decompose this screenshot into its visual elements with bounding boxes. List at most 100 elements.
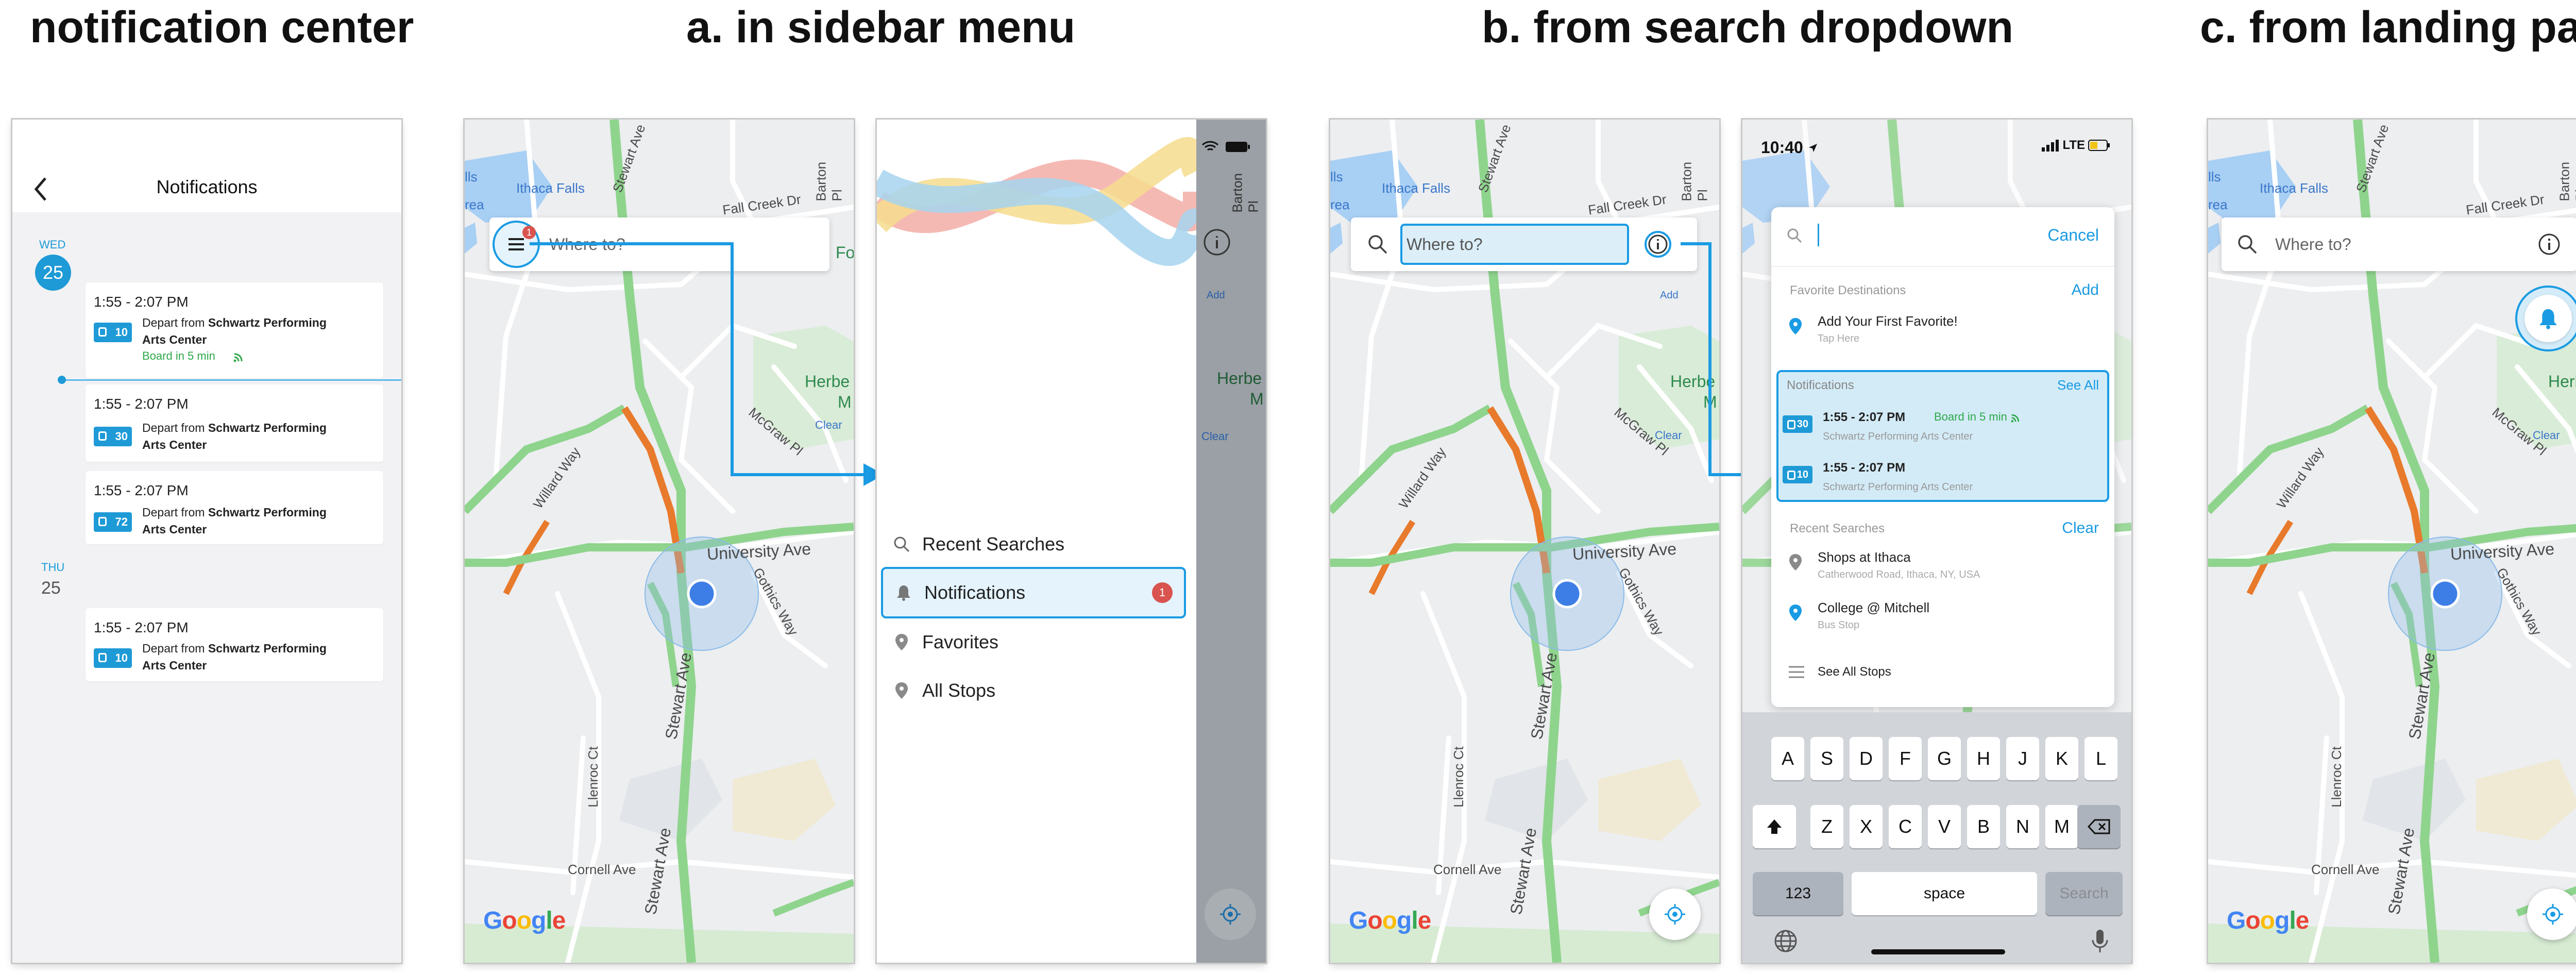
flow-arrow	[530, 242, 734, 245]
sidebar-item-label: All Stops	[922, 680, 996, 701]
see-all-stops-item[interactable]: See All Stops	[1771, 651, 2114, 696]
dimmed-map[interactable]: Barton Pl Add Herbe M Clear	[1196, 120, 1266, 963]
key[interactable]: Z	[1810, 805, 1843, 848]
card-description: Depart from Schwartz Performing Arts Cen…	[142, 642, 327, 673]
section-header-recent: Recent Searches	[1790, 522, 1885, 535]
item-title: College @ Mitchell	[1818, 600, 1930, 615]
globe-icon[interactable]	[1773, 929, 1798, 953]
key[interactable]: J	[2006, 737, 2039, 780]
map-label: Herbe	[1217, 369, 1262, 388]
backspace-key[interactable]	[2077, 805, 2121, 848]
shift-icon	[1767, 819, 1782, 834]
day-weekday-wed: WED	[39, 238, 66, 251]
bell-button-inner	[2524, 295, 2572, 342]
card-time: 1:55 - 2:07 PM	[94, 619, 189, 635]
notifications-section[interactable]: Notifications See All 30 1:55 - 2:07 PM …	[1776, 370, 2109, 502]
flow-arrow	[731, 242, 734, 476]
heading-landing-page: c. from landing page	[2200, 3, 2576, 52]
sidebar-screen: Barton Pl Add Herbe M Clear Recent Searc…	[877, 120, 1266, 963]
add-favorite-link[interactable]: Add	[2072, 281, 2099, 299]
day-weekday-thu: THU	[41, 561, 65, 574]
google-logo: Google	[1349, 907, 1431, 934]
locate-button[interactable]	[2527, 888, 2576, 940]
notification-count-badge: 1	[522, 226, 536, 239]
item-title: Shops at Ithaca	[1818, 549, 1911, 565]
numbers-key[interactable]: 123	[1753, 872, 1843, 915]
search-input[interactable]: Where to?	[1400, 224, 1629, 265]
map-label: Fo	[836, 243, 854, 262]
live-signal-icon	[233, 353, 243, 362]
key[interactable]: K	[2045, 737, 2078, 780]
key[interactable]: G	[1928, 737, 1961, 780]
sidebar-item-recent-searches[interactable]: Recent Searches	[881, 519, 1186, 569]
recent-item[interactable]: College @ Mitchell Bus Stop	[1771, 593, 2114, 642]
day-date[interactable]: 25	[41, 578, 61, 598]
bell-icon	[897, 585, 910, 601]
section-header-favorites: Favorite Destinations	[1790, 283, 1906, 297]
cancel-button[interactable]: Cancel	[2047, 226, 2099, 245]
map-label: rea	[465, 197, 484, 212]
key[interactable]: X	[1850, 805, 1883, 848]
key[interactable]: S	[1810, 737, 1843, 780]
search-bar[interactable]: Where to?	[1351, 217, 1697, 271]
key[interactable]: F	[1889, 737, 1922, 780]
space-key[interactable]: space	[1852, 872, 2037, 915]
sidebar-item-notifications[interactable]: Notifications 1	[881, 567, 1186, 618]
board-status: Board in 5 min	[1934, 410, 2022, 424]
sidebar-item-favorites[interactable]: Favorites	[881, 617, 1186, 667]
current-time-line	[62, 379, 401, 381]
key[interactable]: B	[1967, 805, 2000, 848]
list-icon	[1789, 666, 1804, 678]
pin-icon	[895, 634, 908, 650]
key[interactable]: C	[1889, 805, 1922, 848]
recent-item[interactable]: Shops at Ithaca Catherwood Road, Ithaca,…	[1771, 542, 2114, 592]
add-favorite-item[interactable]: Add Your First Favorite! Tap Here	[1771, 308, 2114, 355]
key[interactable]: D	[1850, 737, 1883, 780]
key[interactable]: A	[1771, 737, 1804, 780]
map-label: Clear	[1655, 429, 1682, 442]
nav-bar: Notifications	[12, 120, 401, 212]
notification-card[interactable]: 1:55 - 2:07 PM 10 Depart from Schwartz P…	[86, 608, 383, 681]
map-label: Clear	[1201, 430, 1229, 443]
day-date-label: 25	[42, 262, 64, 283]
notification-card[interactable]: 1:55 - 2:07 PM 10 Depart from Schwartz P…	[86, 282, 383, 378]
wifi-icon	[1201, 141, 1219, 151]
search-bar[interactable]: Where to?	[2222, 217, 2576, 271]
key[interactable]: L	[2084, 737, 2117, 780]
map-label: Barton Pl	[813, 161, 845, 202]
see-all-link[interactable]: See All	[2057, 377, 2099, 393]
search-icon	[1787, 228, 1802, 243]
item-subtitle: Tap Here	[1818, 333, 1860, 344]
item-subtitle: Bus Stop	[1818, 619, 1860, 631]
search-key[interactable]: Search	[2045, 872, 2123, 915]
sidebar-item-all-stops[interactable]: All Stops	[881, 666, 1186, 715]
day-date-selected[interactable]: 25	[35, 255, 71, 291]
notification-item[interactable]: 10 1:55 - 2:07 PM Schwartz Performing Ar…	[1778, 455, 2108, 500]
search-icon	[2238, 235, 2257, 254]
key[interactable]: V	[1928, 805, 1961, 848]
key[interactable]: N	[2006, 805, 2039, 848]
map-label: lls	[465, 169, 478, 184]
item-time: 1:55 - 2:07 PM	[1823, 461, 1906, 475]
flow-arrow	[1708, 242, 1711, 476]
on-screen-keyboard[interactable]: A S D F G H J K L Z X C V B N M 123 spac…	[1742, 712, 2131, 963]
notification-center-screen: Notifications WED 25 1:55 - 2:07 PM 10 D…	[12, 120, 401, 963]
info-icon[interactable]	[2537, 232, 2562, 257]
microphone-icon[interactable]	[2091, 929, 2109, 954]
card-description: Depart from Schwartz Performing Arts Cen…	[142, 506, 327, 536]
info-icon[interactable]	[1202, 228, 1231, 257]
notifications-fab[interactable]	[2515, 286, 2576, 351]
shift-key[interactable]	[1753, 805, 1796, 848]
key[interactable]: H	[1967, 737, 2000, 780]
info-button[interactable]	[1645, 231, 1671, 258]
notification-item[interactable]: 30 1:55 - 2:07 PM Board in 5 min Schwart…	[1778, 404, 2108, 449]
notification-card[interactable]: 1:55 - 2:07 PM 30 Depart from Schwartz P…	[86, 384, 383, 462]
notification-card[interactable]: 1:55 - 2:07 PM 72 Depart from Schwartz P…	[86, 471, 383, 544]
locate-button[interactable]	[1205, 888, 1256, 940]
sidebar-item-label: Recent Searches	[922, 533, 1065, 555]
header-ribbon-art	[877, 137, 1196, 266]
clear-recent-button[interactable]: Clear	[2062, 519, 2099, 537]
key[interactable]: M	[2045, 805, 2078, 848]
locate-button[interactable]	[1649, 888, 1701, 940]
card-time: 1:55 - 2:07 PM	[94, 396, 189, 412]
